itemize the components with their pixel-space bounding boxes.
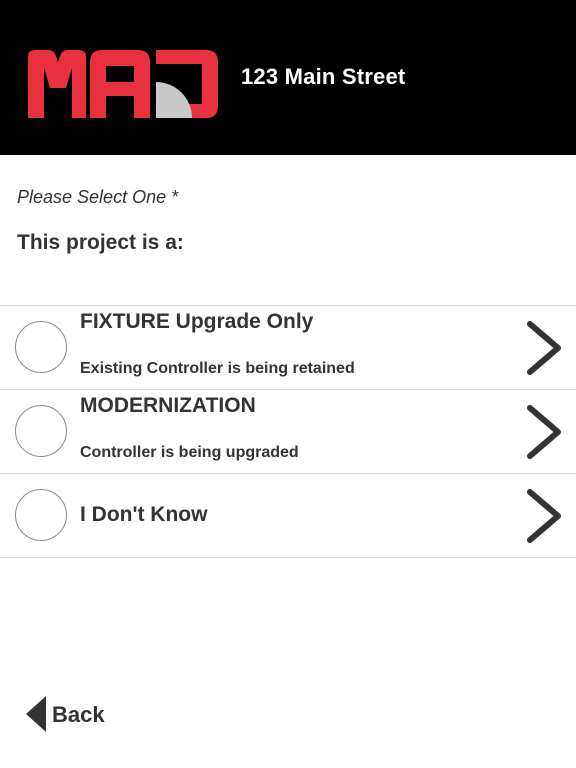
chevron-right-icon[interactable] xyxy=(524,488,564,544)
option-title: I Don't Know xyxy=(80,503,208,526)
option-fixture-upgrade[interactable]: FIXTURE Upgrade Only Existing Controller… xyxy=(0,306,576,390)
chevron-right-icon[interactable] xyxy=(524,320,564,376)
back-label: Back xyxy=(52,702,105,727)
address-title: 123 Main Street xyxy=(241,64,406,89)
header-bar: 123 Main Street xyxy=(0,0,576,155)
select-prompt: Please Select One * xyxy=(17,187,179,207)
radio-button[interactable] xyxy=(15,405,67,457)
option-title: FIXTURE Upgrade Only xyxy=(80,310,314,333)
radio-button[interactable] xyxy=(15,489,67,541)
mad-logo xyxy=(28,50,218,118)
option-subtitle: Controller is being upgraded xyxy=(80,444,299,461)
back-button[interactable]: Back xyxy=(26,694,126,734)
project-question: This project is a: xyxy=(17,231,184,254)
option-dont-know[interactable]: I Don't Know xyxy=(0,474,576,558)
triangle-left-icon xyxy=(26,696,46,732)
chevron-right-icon[interactable] xyxy=(524,404,564,460)
project-type-options: FIXTURE Upgrade Only Existing Controller… xyxy=(0,305,576,558)
option-subtitle: Existing Controller is being retained xyxy=(80,360,355,377)
option-modernization[interactable]: MODERNIZATION Controller is being upgrad… xyxy=(0,390,576,474)
option-title: MODERNIZATION xyxy=(80,394,256,417)
radio-button[interactable] xyxy=(15,321,67,373)
